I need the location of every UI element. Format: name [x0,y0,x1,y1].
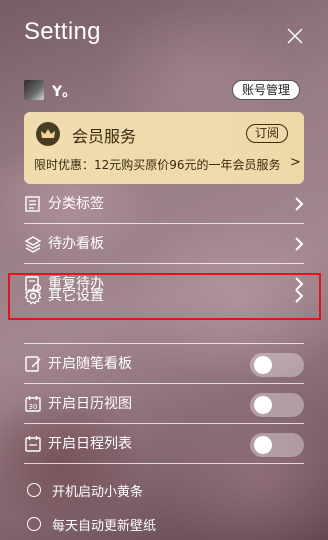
toggle-knob [254,356,272,374]
option-label: 开机启动小黄条 [52,485,144,500]
note-edit-icon [25,356,41,372]
chevron-right-icon [295,289,304,303]
page-title: Setting [24,18,101,45]
toggle-knob [254,436,272,454]
toggle-row-notes-board: 开启随笔看板 [24,344,304,384]
menu-item-other-settings[interactable]: 其它设置 [24,276,304,316]
divider [24,463,304,464]
toggle-row-schedule-list: 开启日程列表 [24,424,304,464]
toggle-label: 开启随笔看板 [48,356,132,372]
calendar-icon: 30 [25,396,41,412]
gear-icon [24,287,42,305]
chevron-right-icon [295,197,304,211]
schedule-list-toggle[interactable] [250,433,304,457]
avatar[interactable] [24,80,44,100]
vip-card[interactable]: 会员服务 订阅 限时优惠：12元购买原价96元的一年会员服务 > [24,112,304,184]
crown-icon [36,122,60,146]
option-autostart[interactable]: 开机启动小黄条 [24,480,304,502]
menu-item-label: 分类标签 [48,196,104,212]
toggle-row-calendar-view: 30 开启日历视图 [24,384,304,424]
vip-promo-text: 限时优惠：12元购买原价96元的一年会员服务 [34,158,281,172]
toggle-label: 开启日程列表 [48,436,132,452]
toggle-label: 开启日历视图 [48,396,132,412]
layers-icon [24,236,42,253]
vip-title: 会员服务 [72,127,137,146]
chevron-right-icon [295,237,304,251]
radio-button[interactable] [27,483,41,497]
menu-item-label: 其它设置 [48,288,104,304]
chevron-right-icon: > [290,155,301,170]
option-auto-wallpaper[interactable]: 每天自动更新壁纸 [24,514,304,536]
menu-item-category-tags[interactable]: 分类标签 [24,184,304,224]
svg-text:30: 30 [29,403,38,411]
close-icon[interactable] [286,27,304,45]
schedule-list-icon [25,436,41,452]
toggle-knob [254,396,272,414]
settings-panel: Setting Y。 账号管理 会员服务 订阅 限时优惠：12元购买原价96元的… [0,0,328,540]
menu-item-label: 待办看板 [48,236,104,252]
list-icon [25,196,40,212]
radio-button[interactable] [27,517,41,531]
account-manage-button[interactable]: 账号管理 [232,80,301,100]
notes-board-toggle[interactable] [250,353,304,377]
subscribe-button[interactable]: 订阅 [246,124,289,143]
user-row: Y。 账号管理 [24,80,304,102]
menu-item-todo-board[interactable]: 待办看板 [24,224,304,264]
calendar-view-toggle[interactable] [250,393,304,417]
option-label: 每天自动更新壁纸 [52,519,157,534]
username: Y。 [52,84,77,100]
